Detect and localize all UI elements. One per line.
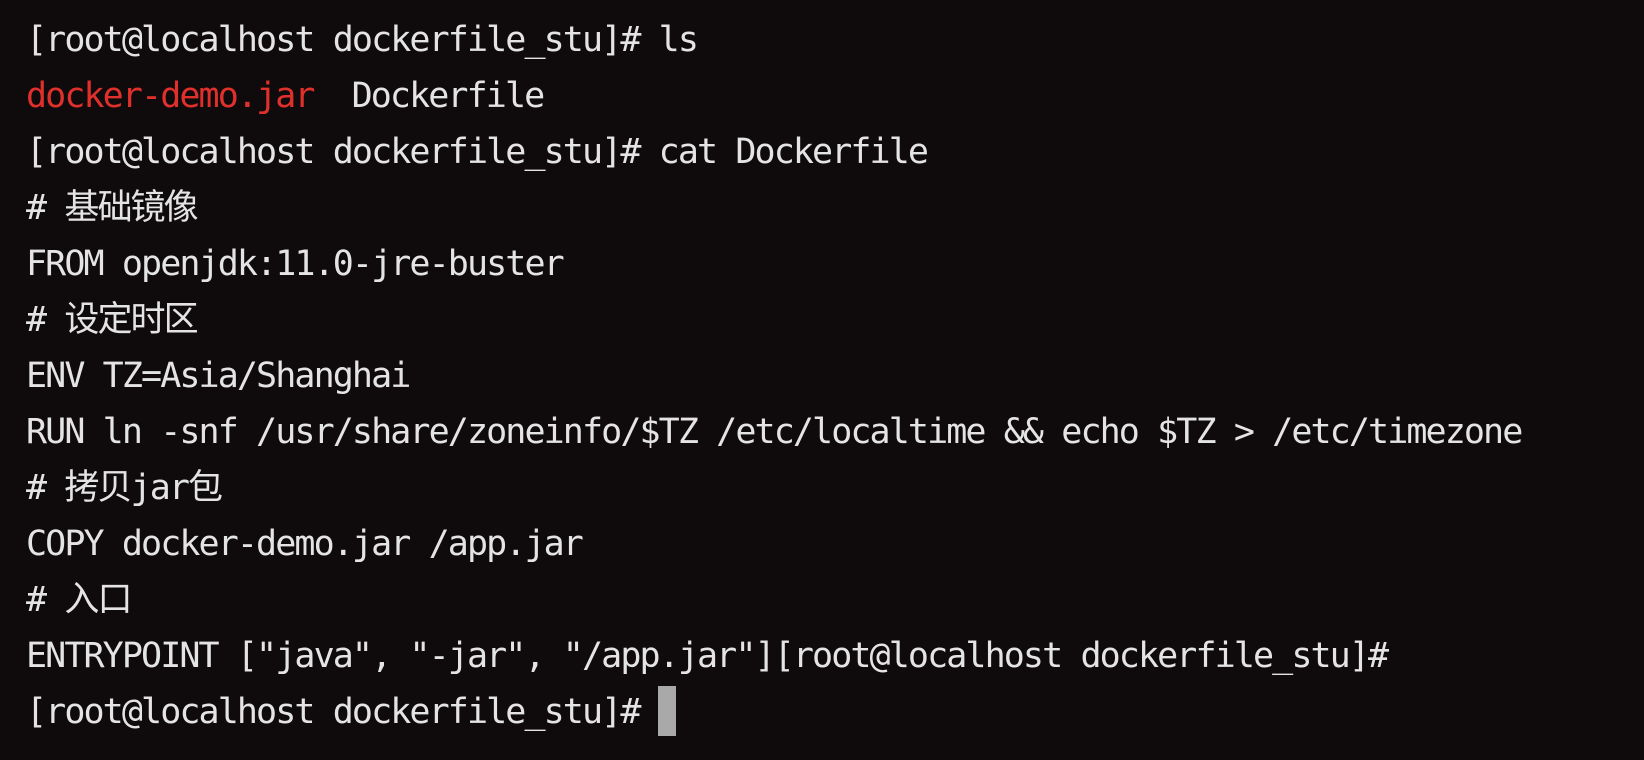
terminal-line-ls-output: docker-demo.jar Dockerfile (26, 68, 1644, 124)
terminal-line-ls-command: [root@localhost dockerfile_stu]# ls (26, 20, 699, 60)
terminal-line-cat-command: [root@localhost dockerfile_stu]# cat Doc… (26, 132, 929, 172)
terminal-cursor (657, 686, 676, 736)
terminal-line-entrypoint: ENTRYPOINT ["java", "-jar", "/app.jar"][… (26, 636, 1389, 676)
terminal-line-copy: COPY docker-demo.jar /app.jar (26, 524, 584, 564)
terminal-line-run: RUN ln -snf /usr/share/zoneinfo/$TZ /etc… (26, 412, 1523, 452)
terminal-line-comment-base-image: # 基础镜像 (26, 188, 199, 228)
prompt-text: [root@localhost dockerfile_stu]# (26, 692, 641, 732)
file-docker-demo-jar: docker-demo.jar (26, 76, 315, 116)
terminal-line-prompt[interactable]: [root@localhost dockerfile_stu]# (26, 684, 1644, 740)
terminal-line-comment-timezone: # 设定时区 (26, 300, 199, 340)
terminal-window[interactable]: [root@localhost dockerfile_stu]# ls dock… (0, 0, 1644, 760)
terminal-line-comment-entry: # 入口 (26, 580, 132, 620)
terminal-line-from: FROM openjdk:11.0-jre-buster (26, 244, 565, 284)
file-dockerfile: Dockerfile (351, 76, 546, 116)
terminal-line-env: ENV TZ=Asia/Shanghai (26, 356, 411, 396)
terminal-line-comment-copy-jar: # 拷贝jar包 (26, 468, 223, 508)
